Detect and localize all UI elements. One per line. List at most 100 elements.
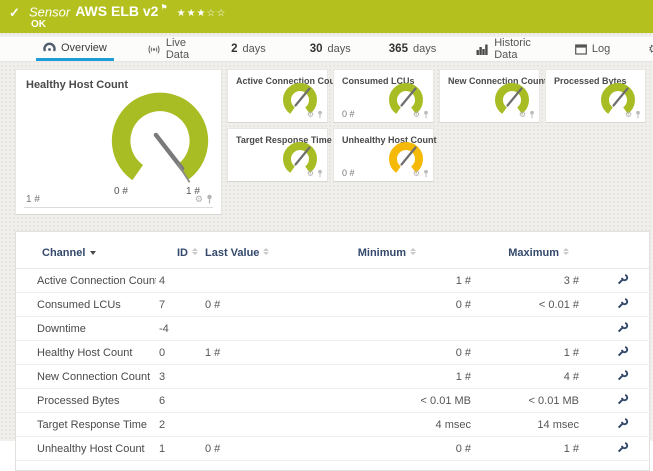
tile-tools: ⚙ [307, 169, 323, 178]
tab-label: days [327, 43, 351, 55]
pin-icon[interactable] [317, 169, 323, 178]
tile-tools: ⚙ [625, 110, 641, 119]
channel-settings-icon[interactable] [617, 442, 629, 453]
col-header-id[interactable]: ID [156, 232, 201, 269]
cell-maximum: 1 # [471, 436, 579, 461]
sensor-name: AWS ELB v2 [75, 3, 159, 20]
cell-channel[interactable]: Processed Bytes [16, 388, 156, 413]
channel-settings-icon[interactable] [617, 394, 629, 405]
cell-actions [579, 268, 651, 293]
gauge-current-value: 1 # [26, 194, 40, 205]
col-header-channel[interactable]: Channel [16, 232, 156, 269]
tab-number: 2 [231, 43, 238, 55]
tab-label: days [242, 43, 266, 55]
cell-actions [579, 340, 651, 365]
cell-last-value [201, 364, 311, 389]
cell-actions [579, 292, 651, 317]
gauge-current-value: 0 # [342, 168, 355, 178]
tile-settings-icon[interactable]: ⚙ [307, 169, 314, 178]
channel-settings-icon[interactable] [617, 346, 629, 357]
tab-historic-data[interactable]: Historic Data [469, 37, 538, 61]
gauge-scale-min: 0 # [114, 186, 128, 197]
tab-settings[interactable]: ⚙ Settings [641, 37, 653, 61]
pin-icon[interactable] [423, 110, 429, 119]
object-type-label: Sensor [29, 4, 71, 20]
cell-last-value [201, 412, 311, 437]
cell-actions [579, 364, 651, 389]
table-row: Processed Bytes 6 < 0.01 MB < 0.01 MB [16, 388, 651, 413]
tab-365-days[interactable]: 365 days [382, 37, 443, 61]
cell-id: -4 [156, 316, 201, 341]
tile-tools: ⚙ [307, 110, 323, 119]
table-row: Unhealthy Host Count 1 0 # 0 # 1 # [16, 436, 651, 461]
pin-icon[interactable] [423, 169, 429, 178]
tile-settings-icon[interactable]: ⚙ [625, 110, 632, 119]
cell-maximum: 4 # [471, 364, 579, 389]
cell-channel[interactable]: Target Response Time [16, 412, 156, 437]
cell-id: 6 [156, 388, 201, 413]
cell-maximum [471, 316, 579, 341]
col-header-maximum[interactable]: Maximum [471, 232, 579, 269]
col-header-minimum[interactable]: Minimum [311, 232, 471, 269]
healthy-host-count-gauge [111, 92, 209, 183]
small-gauges-grid: Active Connection Count ⚙ Consumed LCUs [227, 69, 646, 215]
tab-label: Overview [61, 41, 107, 54]
channel-settings-icon[interactable] [617, 298, 629, 309]
cell-last-value: 0 # [201, 436, 311, 461]
tile-settings-icon[interactable]: ⚙ [307, 110, 314, 119]
channel-settings-icon[interactable] [617, 322, 629, 333]
tab-30-days[interactable]: 30 days [303, 37, 358, 61]
gauge-tile-active-connection-count: Active Connection Count ⚙ [227, 69, 344, 123]
cell-channel[interactable]: Downtime [16, 316, 156, 341]
cell-channel[interactable]: Active Connection Count [16, 268, 156, 293]
cell-maximum: 1 # [471, 340, 579, 365]
tile-settings-icon[interactable]: ⚙ [195, 194, 203, 204]
gauge-tile-new-connection-count: New Connection Count ⚙ [439, 69, 547, 123]
tile-settings-icon[interactable]: ⚙ [519, 110, 526, 119]
priority-flag-icon[interactable]: ⚑ [160, 3, 167, 12]
gear-icon: ⚙ [648, 43, 653, 55]
tab-2-days[interactable]: 2 days [224, 37, 273, 61]
pin-icon[interactable] [206, 194, 213, 204]
channel-settings-icon[interactable] [617, 274, 629, 285]
cell-channel[interactable]: Consumed LCUs [16, 292, 156, 317]
tab-live-data[interactable]: Live Data [140, 37, 196, 61]
col-header-last-value[interactable]: Last Value [201, 232, 311, 269]
channels-table: Channel ID Last Value Minimum Maximum Ac… [16, 232, 651, 461]
prtg-sensor-page: ✓ Sensor AWS ELB v2 ⚑ ★★★☆☆ OK Overview Liv… [0, 0, 653, 471]
table-row: Consumed LCUs 7 0 # 0 # < 0.01 # [16, 292, 651, 317]
table-row: New Connection Count 3 1 # 4 # [16, 364, 651, 389]
cell-minimum: < 0.01 MB [311, 388, 471, 413]
cell-minimum: 1 # [311, 364, 471, 389]
sensor-status-text: OK [31, 19, 46, 30]
tile-tools: ⚙ [413, 169, 429, 178]
cell-id: 7 [156, 292, 201, 317]
priority-stars[interactable]: ★★★☆☆ [177, 8, 227, 19]
tab-overview[interactable]: Overview [36, 37, 114, 61]
sort-desc-icon [90, 251, 97, 255]
channel-settings-icon[interactable] [617, 370, 629, 381]
status-ok-check-icon: ✓ [9, 5, 20, 20]
cell-id: 0 [156, 340, 201, 365]
cell-last-value [201, 316, 311, 341]
cell-maximum: 3 # [471, 268, 579, 293]
tile-tools: ⚙ [519, 110, 535, 119]
cell-channel[interactable]: Unhealthy Host Count [16, 436, 156, 461]
table-row: Healthy Host Count 0 1 # 0 # 1 # [16, 340, 651, 365]
pin-icon[interactable] [317, 110, 323, 119]
pin-icon[interactable] [529, 110, 535, 119]
tile-settings-icon[interactable]: ⚙ [413, 169, 420, 178]
tile-settings-icon[interactable]: ⚙ [413, 110, 420, 119]
tab-number: 30 [309, 43, 323, 55]
sensor-title-line: Sensor AWS ELB v2 ⚑ ★★★☆☆ [29, 3, 226, 21]
tab-log[interactable]: Log [568, 37, 617, 61]
channel-settings-icon[interactable] [617, 418, 629, 429]
gauges-dashboard: Healthy Host Count 0 # 1 # 1 # ⚙ Active … [15, 69, 648, 215]
cell-channel[interactable]: Healthy Host Count [16, 340, 156, 365]
sensor-status-header: ✓ Sensor AWS ELB v2 ⚑ ★★★☆☆ OK [0, 0, 653, 33]
pin-icon[interactable] [635, 110, 641, 119]
tab-label: days [412, 43, 437, 55]
cell-minimum: 4 msec [311, 412, 471, 437]
cell-channel[interactable]: New Connection Count [16, 364, 156, 389]
cell-last-value [201, 388, 311, 413]
